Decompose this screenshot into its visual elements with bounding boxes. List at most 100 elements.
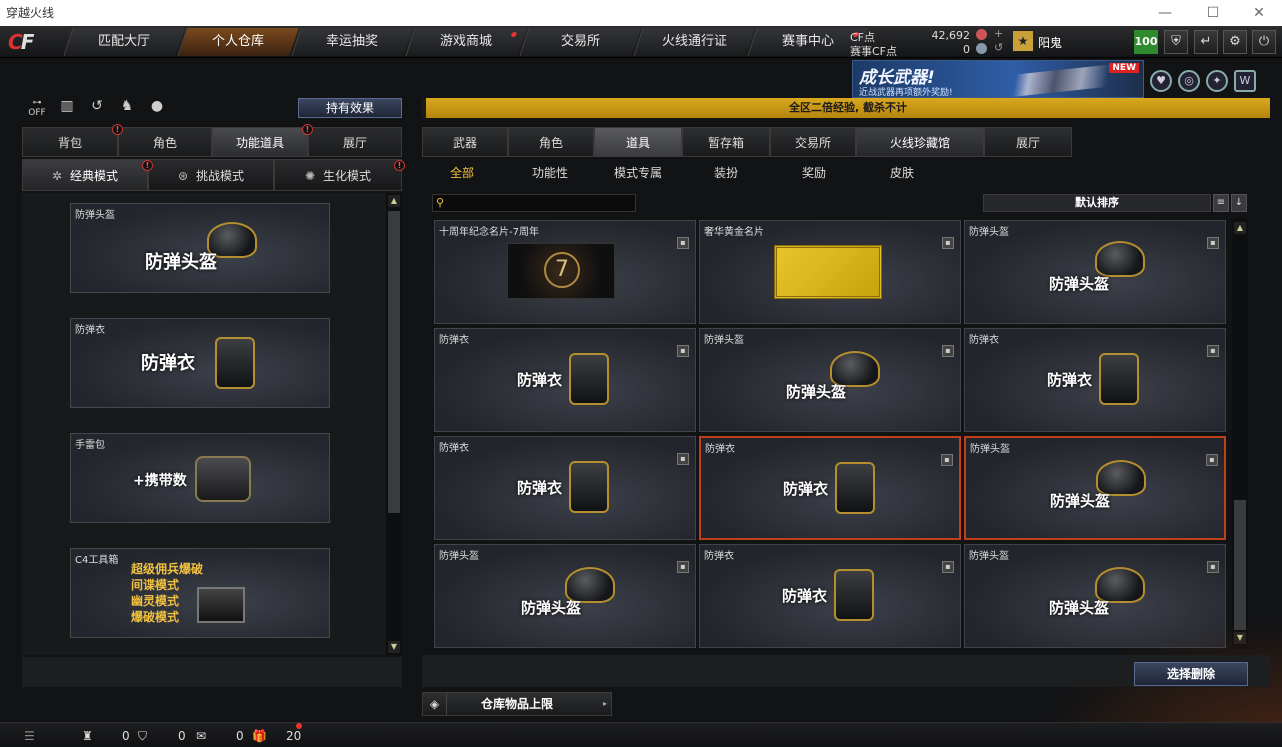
sort-dropdown[interactable]: 默认排序 (983, 194, 1211, 212)
tab-personal-storage[interactable]: 个人仓库 (177, 28, 299, 56)
lock-icon[interactable]: ▪ (1207, 345, 1219, 357)
promo-banner[interactable]: 成长武器! 近战武器再项额外奖励! NEW (852, 60, 1144, 98)
tab-character[interactable]: 角色 (118, 127, 212, 157)
lock-icon[interactable]: ▪ (1207, 561, 1219, 573)
subtab-skins[interactable]: 皮肤 (858, 160, 946, 186)
list-item[interactable]: 手雷包 +携带数 (70, 433, 330, 523)
lock-icon[interactable]: ▪ (1207, 237, 1219, 249)
grenade-icon[interactable]: ● (144, 98, 170, 120)
rank-icon[interactable]: ★ (1012, 30, 1034, 52)
history-icon[interactable]: ↺ (84, 98, 110, 120)
tab-gallery[interactable]: 展厅 (984, 127, 1072, 157)
lock-icon[interactable]: ▪ (677, 345, 689, 357)
subtab-dressup[interactable]: 装扮 (682, 160, 770, 186)
list-item[interactable]: 防弹衣 防弹衣 (70, 318, 330, 408)
activity-icon-2[interactable]: ◎ (1178, 70, 1200, 92)
list-item[interactable]: C4工具箱 超级佣兵爆破 间谍模式 幽灵模式 爆破模式 (70, 548, 330, 638)
shield-icon[interactable]: ⛨ (1164, 30, 1188, 54)
sort-direction-icon[interactable]: ↓ (1231, 194, 1247, 212)
lock-icon[interactable]: ▪ (942, 237, 954, 249)
activity-icon-3[interactable]: ✦ (1206, 70, 1228, 92)
tab-match-lobby[interactable]: 匹配大厅 (63, 28, 185, 56)
tab-temp-box[interactable]: 暂存箱 (682, 127, 770, 157)
grid-item[interactable]: 防弹头盔 ▪ 防弹头盔 (699, 328, 961, 432)
character-icon[interactable]: ♞ (114, 98, 140, 120)
subtab-functional[interactable]: 功能性 (506, 160, 594, 186)
tab-exchange[interactable]: 交易所 (519, 28, 641, 56)
refresh-icon[interactable]: ↺ (994, 41, 1003, 54)
grid-item[interactable]: 奢华黄金名片 ▪ (699, 220, 961, 324)
tab-game-mall[interactable]: 游戏商城 (405, 28, 527, 56)
add-icon[interactable]: + (994, 27, 1003, 40)
grid-scrollbar[interactable]: ▲ ▼ (1232, 218, 1248, 648)
vest-icon (215, 337, 255, 389)
search-input[interactable] (432, 194, 636, 212)
grid-item[interactable]: 防弹头盔 ▪ 防弹头盔 (434, 544, 696, 648)
gear-icon[interactable]: ⚙ (1223, 30, 1247, 54)
grid-item[interactable]: 防弹衣 ▪ 防弹衣 (964, 328, 1226, 432)
guild-icon[interactable]: ⛉ (138, 727, 147, 745)
user-name[interactable]: 阳鬼 (1038, 34, 1062, 51)
activity-icon-4[interactable]: W (1234, 70, 1256, 92)
tab-function-items[interactable]: 功能道具 (212, 127, 308, 157)
scroll-thumb[interactable] (388, 211, 400, 513)
toggle-off-icon[interactable]: ⊶ OFF (24, 98, 50, 120)
stats-icon[interactable]: ▥ (54, 98, 80, 120)
gift-icon[interactable]: 🎁 (252, 727, 267, 745)
friends-icon[interactable]: ♜ (82, 727, 93, 745)
lock-icon[interactable]: ▪ (942, 561, 954, 573)
lock-icon[interactable]: ▪ (1206, 454, 1218, 466)
left-scrollbar[interactable]: ▲ ▼ (386, 193, 402, 655)
tab-weapons[interactable]: 武器 (422, 127, 508, 157)
tab-backpack[interactable]: 背包 (22, 127, 118, 157)
left-footer (22, 657, 402, 687)
maximize-icon[interactable]: ☐ (1190, 0, 1236, 26)
grid-item-selected[interactable]: 防弹衣 ▪ 防弹衣 (699, 436, 961, 540)
lock-icon[interactable]: ▪ (942, 345, 954, 357)
tab-battle-pass[interactable]: 火线通行证 (633, 28, 755, 56)
subtab-rewards[interactable]: 奖励 (770, 160, 858, 186)
lock-icon[interactable]: ▪ (941, 454, 953, 466)
mode-zombie[interactable]: ✺ 生化模式 (274, 159, 402, 191)
hold-effect-button[interactable]: 持有效果 (298, 98, 402, 118)
scroll-down-icon[interactable]: ▼ (388, 641, 400, 653)
mode-challenge[interactable]: ⊛ 挑战模式 (148, 159, 274, 191)
list-item[interactable]: 防弹头盔 防弹头盔 (70, 203, 330, 293)
expand-arrow-icon: ▸ (602, 699, 607, 708)
grid-item[interactable]: 防弹衣 ▪ 防弹衣 (434, 328, 696, 432)
tab-showroom[interactable]: 展厅 (308, 127, 402, 157)
grid-item[interactable]: 十周年纪念名片-7周年 ▪ 7 (434, 220, 696, 324)
lock-icon[interactable]: ▪ (677, 453, 689, 465)
activity-icon-1[interactable]: ♥ (1150, 70, 1172, 92)
grid-item[interactable]: 防弹衣 ▪ 防弹衣 (699, 544, 961, 648)
minimize-icon[interactable]: — (1142, 0, 1188, 26)
window-title: 穿越火线 (6, 6, 55, 20)
grid-item[interactable]: 防弹头盔 ▪ 防弹头盔 (964, 220, 1226, 324)
tab-roles[interactable]: 角色 (508, 127, 594, 157)
search-icon[interactable]: ⚲ (436, 196, 450, 210)
list-view-icon[interactable]: ≡ (1213, 194, 1229, 212)
tab-items[interactable]: 道具 (594, 127, 682, 157)
grid-item[interactable]: 防弹衣 ▪ 防弹衣 (434, 436, 696, 540)
subtab-all[interactable]: 全部 (418, 160, 506, 186)
tab-collection[interactable]: 火线珍藏馆 (856, 127, 984, 157)
menu-icon[interactable]: ☰ (24, 727, 35, 745)
tab-lucky-draw[interactable]: 幸运抽奖 (291, 28, 413, 56)
chat-icon[interactable]: ✉ (196, 727, 206, 745)
return-icon[interactable]: ↵ (1194, 30, 1218, 54)
main-tabs: 匹配大厅 个人仓库 幸运抽奖 游戏商城 交易所 火线通行证 赛事中心 (58, 26, 869, 58)
mode-classic[interactable]: ✲ 经典模式 (22, 159, 148, 191)
currency-panel: CF点 42,692 + 赛事CF点 0 ↺ (850, 27, 1010, 58)
subtab-mode-exclusive[interactable]: 模式专属 (594, 160, 682, 186)
scroll-up-icon[interactable]: ▲ (1234, 222, 1246, 234)
scroll-thumb[interactable] (1234, 500, 1246, 630)
power-icon[interactable]: ⏻ (1252, 30, 1276, 54)
grid-item-selected[interactable]: 防弹头盔 ▪ 防弹头盔 (964, 436, 1226, 540)
lock-icon[interactable]: ▪ (677, 561, 689, 573)
storage-limit-button[interactable]: ◈ 仓库物品上限 ▸ (422, 692, 612, 716)
scroll-up-icon[interactable]: ▲ (388, 195, 400, 207)
select-delete-button[interactable]: 选择删除 (1134, 662, 1248, 686)
lock-icon[interactable]: ▪ (677, 237, 689, 249)
tab-trade[interactable]: 交易所 (770, 127, 856, 157)
close-icon[interactable]: ✕ (1236, 0, 1282, 26)
